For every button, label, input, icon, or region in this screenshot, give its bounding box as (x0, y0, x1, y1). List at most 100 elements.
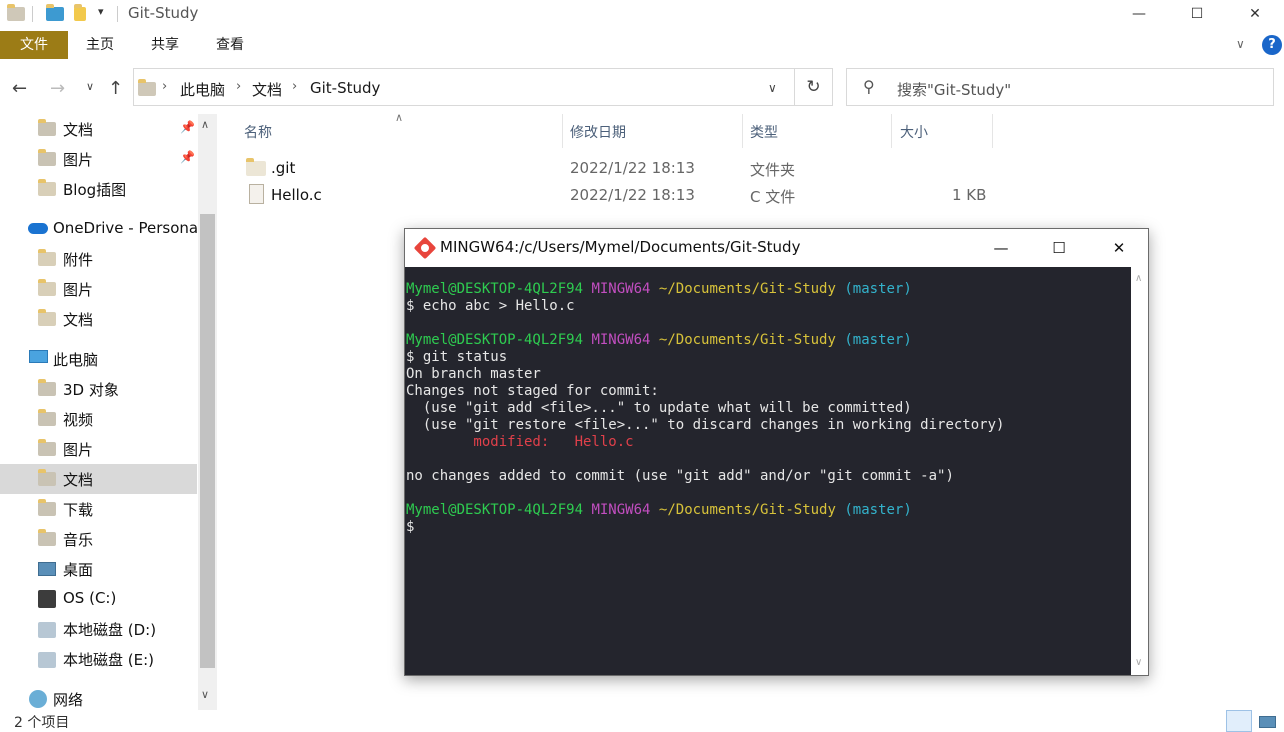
breadcrumb-chevron-icon[interactable]: › (292, 79, 297, 94)
sidebar-item-documents-pinned[interactable]: 文档 📌 (0, 114, 197, 144)
sidebar-item-label: 本地磁盘 (D:) (63, 621, 157, 639)
column-header-size[interactable]: 大小 (900, 122, 928, 142)
prompt-branch: (master) (844, 281, 912, 297)
column-divider[interactable] (992, 114, 993, 148)
file-name: Hello.c (271, 186, 322, 204)
sidebar-item-label: 文档 (63, 471, 94, 489)
prompt-user-host: Mymel@DESKTOP-4QL2F94 (406, 502, 584, 518)
sidebar-item-label: 网络 (53, 691, 84, 709)
prompt-env: MINGW64 (591, 332, 651, 348)
terminal-output[interactable]: Mymel@DESKTOP-4QL2F94 MINGW64 ~/Document… (405, 267, 1131, 675)
sidebar-item-3d-objects[interactable]: 3D 对象 (0, 374, 197, 404)
sidebar-item-label: OneDrive - Personal (53, 219, 203, 237)
divider (32, 6, 33, 22)
folder-icon (246, 158, 266, 176)
terminal-maximize-button[interactable]: ☐ (1030, 229, 1088, 267)
help-icon[interactable]: ? (1262, 35, 1282, 55)
sidebar-item-music[interactable]: 音乐 (0, 524, 197, 554)
file-row[interactable]: Hello.c 2022/1/22 18:13 C 文件 1 KB (240, 182, 1000, 208)
file-size: 1 KB (952, 186, 987, 204)
terminal-minimize-button[interactable]: — (972, 229, 1030, 267)
folder-icon[interactable] (7, 4, 25, 21)
large-icons-view-icon[interactable] (1254, 710, 1280, 732)
breadcrumb-git-study[interactable]: Git-Study (310, 79, 380, 97)
tab-view[interactable]: 查看 (206, 31, 254, 59)
expand-ribbon-icon[interactable]: ∨ (1236, 37, 1245, 51)
terminal-close-button[interactable]: ✕ (1090, 229, 1148, 267)
scroll-up-icon[interactable]: ∧ (201, 118, 209, 131)
breadcrumb-documents[interactable]: 文档 (252, 79, 282, 100)
forward-arrow-icon[interactable]: → (50, 78, 65, 99)
git-logo-icon (413, 236, 437, 260)
sidebar-item-attachments[interactable]: 附件 (0, 244, 197, 274)
column-header-type[interactable]: 类型 (750, 122, 778, 142)
documents-folder-icon (38, 469, 56, 486)
onedrive-cloud-icon (28, 223, 48, 234)
column-divider[interactable] (891, 114, 892, 148)
pictures-folder-icon (38, 149, 56, 166)
output-line: (use "git restore <file>..." to discard … (406, 417, 1005, 433)
sidebar-item-this-pc[interactable]: 此电脑 (0, 344, 197, 374)
sidebar-item-label: 文档 (63, 121, 94, 139)
prompt-path: ~/Documents/Git-Study (658, 281, 836, 297)
sidebar-item-label: 视频 (63, 411, 94, 429)
tab-share[interactable]: 共享 (141, 31, 189, 59)
minimize-button[interactable]: — (1110, 0, 1168, 28)
breadcrumb-chevron-icon[interactable]: › (236, 79, 241, 94)
sidebar-item-drive-d[interactable]: 本地磁盘 (D:) (0, 614, 197, 644)
prompt-user-host: Mymel@DESKTOP-4QL2F94 (406, 332, 584, 348)
search-box[interactable]: ⚲ 搜索"Git-Study" (846, 68, 1274, 106)
column-header-modified[interactable]: 修改日期 (570, 122, 626, 142)
back-arrow-icon[interactable]: ← (12, 78, 27, 99)
sidebar-item-videos[interactable]: 视频 (0, 404, 197, 434)
recent-locations-chevron-icon[interactable]: ∨ (86, 80, 94, 93)
sidebar-item-drive-e[interactable]: 本地磁盘 (E:) (0, 644, 197, 674)
file-row[interactable]: .git 2022/1/22 18:13 文件夹 (240, 155, 1000, 181)
sidebar-item-onedrive-pictures[interactable]: 图片 (0, 274, 197, 304)
address-bar[interactable]: › 此电脑 › 文档 › Git-Study ∨ (133, 68, 795, 106)
quick-access-dropdown-icon[interactable]: ▾ (98, 5, 104, 18)
prompt-branch: (master) (844, 502, 912, 518)
command-line: $ echo abc > Hello.c (406, 298, 575, 314)
sidebar-item-downloads[interactable]: 下载 (0, 494, 197, 524)
scroll-down-icon[interactable]: ∨ (1135, 657, 1142, 668)
downloads-folder-icon (38, 499, 56, 516)
git-bash-window[interactable]: MINGW64:/c/Users/Mymel/Documents/Git-Stu… (404, 228, 1149, 676)
documents-folder-icon (38, 119, 56, 136)
sidebar-item-onedrive-documents[interactable]: 文档 (0, 304, 197, 334)
new-folder-icon[interactable] (74, 4, 92, 21)
explorer-titlebar: ▾ Git-Study — ☐ ✕ (0, 0, 1284, 28)
breadcrumb-chevron-icon[interactable]: › (162, 79, 167, 94)
sidebar-item-drive-c[interactable]: OS (C:) (0, 584, 197, 614)
scroll-up-icon[interactable]: ∧ (1135, 273, 1142, 284)
sidebar-item-pictures-pinned[interactable]: 图片 📌 (0, 144, 197, 174)
properties-icon[interactable] (46, 4, 64, 21)
tab-home[interactable]: 主页 (76, 31, 124, 59)
sidebar-item-label: Blog插图 (63, 181, 127, 199)
sidebar-item-blog-images[interactable]: Blog插图 (0, 174, 197, 204)
tab-file[interactable]: 文件 (0, 31, 68, 59)
terminal-titlebar[interactable]: MINGW64:/c/Users/Mymel/Documents/Git-Stu… (405, 229, 1148, 267)
column-divider[interactable] (562, 114, 563, 148)
up-arrow-icon[interactable]: ↑ (108, 78, 123, 99)
scrollbar-thumb[interactable] (200, 214, 215, 668)
terminal-scrollbar[interactable]: ∧ ∨ (1131, 267, 1148, 675)
details-view-icon[interactable] (1226, 710, 1252, 732)
this-pc-icon (29, 350, 48, 363)
column-header-name[interactable]: 名称 (244, 122, 272, 142)
address-history-chevron-icon[interactable]: ∨ (768, 81, 777, 95)
sidebar-scrollbar[interactable]: ∧ ∨ (198, 114, 217, 710)
maximize-button[interactable]: ☐ (1168, 0, 1226, 28)
sidebar-item-documents[interactable]: 文档 (0, 464, 197, 494)
close-button[interactable]: ✕ (1226, 0, 1284, 28)
sidebar-item-label: 此电脑 (53, 351, 99, 369)
sidebar-item-onedrive[interactable]: OneDrive - Personal (0, 214, 202, 244)
sidebar-item-label: 文档 (63, 311, 94, 329)
sidebar-item-desktop[interactable]: 桌面 (0, 554, 197, 584)
scroll-down-icon[interactable]: ∨ (201, 688, 209, 701)
breadcrumb-this-pc[interactable]: 此电脑 (180, 79, 225, 100)
column-divider[interactable] (742, 114, 743, 148)
sidebar-item-pictures[interactable]: 图片 (0, 434, 197, 464)
refresh-icon[interactable]: ↻ (795, 68, 833, 106)
